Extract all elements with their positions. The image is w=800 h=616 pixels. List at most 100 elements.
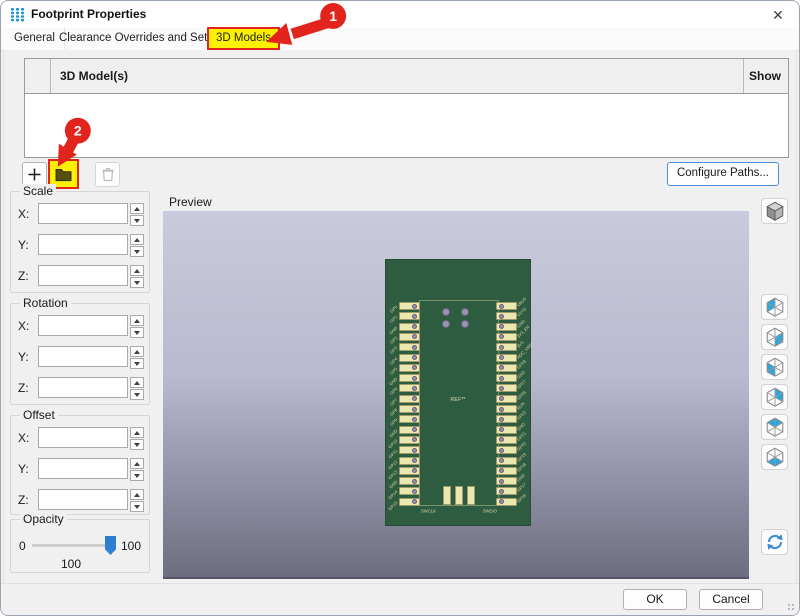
models-table: 3D Model(s) Show (24, 58, 789, 158)
spin-down-icon[interactable] (130, 470, 144, 481)
spin-up-icon[interactable] (130, 315, 144, 326)
board-hole (461, 308, 469, 316)
spin-down-icon[interactable] (130, 277, 144, 288)
cube-bottom-face-icon (764, 446, 786, 468)
spin-up-icon[interactable] (130, 346, 144, 357)
pad-gp28 (496, 364, 517, 372)
offset-x-input[interactable] (38, 427, 128, 448)
view-button-4[interactable] (761, 384, 788, 410)
view-button-2[interactable] (761, 324, 788, 350)
pad-gp22 (496, 415, 517, 423)
view-button-6[interactable] (761, 444, 788, 470)
delete-model-button[interactable] (95, 162, 120, 187)
cube-top-face-icon (764, 416, 786, 438)
spin-down-icon[interactable] (130, 501, 144, 512)
opacity-slider-thumb[interactable] (105, 536, 116, 555)
pad-hole (412, 304, 417, 309)
cube-back-right-face-icon (764, 386, 786, 408)
pad-hole (499, 324, 504, 329)
pad-gp11 (399, 446, 420, 454)
pad-hole (499, 437, 504, 442)
opacity-value: 100 (11, 557, 131, 571)
view-button-3[interactable] (761, 354, 788, 380)
spin-down-icon[interactable] (130, 215, 144, 226)
scale-z-label: Z: (18, 265, 38, 288)
rotation-x-spinner[interactable] (130, 315, 144, 338)
pad-gnd (399, 374, 420, 382)
tab-page-3d-models: 3D Model(s) Show Configure Paths... Sc (3, 50, 797, 584)
pad-hole (499, 458, 504, 463)
pad-vsys (496, 312, 517, 320)
cancel-button[interactable]: Cancel (699, 589, 763, 610)
pad-hole (412, 437, 417, 442)
pad-hole (412, 334, 417, 339)
spin-up-icon[interactable] (130, 234, 144, 245)
pad-gp17 (496, 487, 517, 495)
pad-gp19 (496, 457, 517, 465)
spin-up-icon[interactable] (130, 489, 144, 500)
scale-y-input[interactable] (38, 234, 128, 255)
models-table-header: 3D Model(s) Show (25, 59, 788, 94)
isometric-view-button[interactable] (761, 198, 788, 224)
rotation-y-input[interactable] (38, 346, 128, 367)
rotation-x-input[interactable] (38, 315, 128, 336)
rotation-y-spinner[interactable] (130, 346, 144, 369)
offset-z-label: Z: (18, 489, 38, 512)
offset-z-spinner[interactable] (130, 489, 144, 512)
pad-hole (412, 448, 417, 453)
dialog-button-bar: OK Cancel (1, 583, 799, 615)
pad-hole (412, 468, 417, 473)
swdio-label: SWDIO (483, 509, 497, 513)
rotation-x-label: X: (18, 315, 38, 338)
preview-label: Preview (169, 195, 212, 209)
spin-up-icon[interactable] (130, 265, 144, 276)
spin-up-icon[interactable] (130, 427, 144, 438)
resize-grip[interactable] (788, 604, 796, 612)
opacity-slider[interactable] (32, 544, 115, 547)
scale-x-spinner[interactable] (130, 203, 144, 226)
spin-up-icon[interactable] (130, 377, 144, 388)
close-icon[interactable]: ✕ (769, 6, 787, 24)
pad-gp15 (399, 498, 420, 506)
spin-up-icon[interactable] (130, 203, 144, 214)
board-hole (442, 320, 450, 328)
refresh-view-button[interactable] (761, 529, 788, 555)
rotation-y-label: Y: (18, 346, 38, 369)
spin-down-icon[interactable] (130, 389, 144, 400)
plus-icon (27, 167, 42, 182)
pad-hole (499, 355, 504, 360)
preview-3d-viewport[interactable]: REF** SWCLK SWDIO GP0GP1GNDGP2GP3GP4GP5G… (163, 211, 749, 579)
spin-down-icon[interactable] (130, 358, 144, 369)
rotation-z-input[interactable] (38, 377, 128, 398)
pad-gp18 (496, 467, 517, 475)
pad-gnd (496, 426, 517, 434)
models-table-body[interactable] (25, 94, 788, 157)
silkscreen-outline (419, 300, 499, 506)
ok-button[interactable]: OK (623, 589, 687, 610)
pad-hole (412, 407, 417, 412)
scale-y-spinner[interactable] (130, 234, 144, 257)
configure-paths-button[interactable]: Configure Paths... (667, 162, 779, 186)
view-button-5[interactable] (761, 414, 788, 440)
offset-x-spinner[interactable] (130, 427, 144, 450)
rotation-z-spinner[interactable] (130, 377, 144, 400)
scale-z-input[interactable] (38, 265, 128, 286)
spin-down-icon[interactable] (130, 439, 144, 450)
cube-back-left-face-icon (764, 296, 786, 318)
scale-x-input[interactable] (38, 203, 128, 224)
spin-up-icon[interactable] (130, 458, 144, 469)
tab-3d-models[interactable]: 3D Models (207, 27, 280, 50)
pad-hole (412, 386, 417, 391)
spin-down-icon[interactable] (130, 246, 144, 257)
pad-hole (499, 365, 504, 370)
offset-y-label: Y: (18, 458, 38, 481)
pad-gp14 (399, 487, 420, 495)
offset-z-input[interactable] (38, 489, 128, 510)
spin-down-icon[interactable] (130, 327, 144, 338)
offset-y-spinner[interactable] (130, 458, 144, 481)
scale-z-spinner[interactable] (130, 265, 144, 288)
offset-y-input[interactable] (38, 458, 128, 479)
scale-group-label: Scale (20, 184, 56, 198)
view-button-1[interactable] (761, 294, 788, 320)
footprint-properties-dialog: Footprint Properties ✕ General Clearance… (0, 0, 800, 616)
